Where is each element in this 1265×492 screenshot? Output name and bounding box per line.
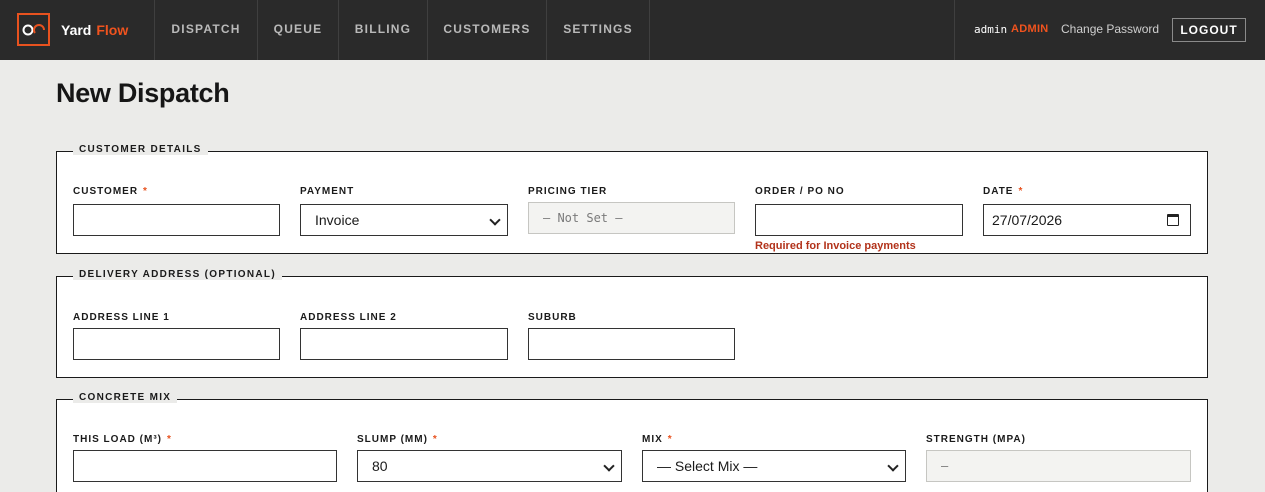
change-password-link[interactable]: Change Password bbox=[1061, 22, 1159, 36]
order-po-label: ORDER / PO NO bbox=[755, 186, 845, 197]
user-name: admin bbox=[974, 23, 1008, 36]
delivery-address-section: DELIVERY ADDRESS (OPTIONAL) ADDRESS LINE… bbox=[56, 269, 1208, 378]
required-marker: * bbox=[167, 434, 172, 445]
payment-select-value: Invoice bbox=[315, 212, 360, 228]
slump-select-value: 80 bbox=[372, 458, 388, 474]
nav-customers[interactable]: CUSTOMERS bbox=[428, 0, 546, 60]
customer-details-section: CUSTOMER DETAILS CUSTOMER * PAYMENT Invoi… bbox=[56, 144, 1208, 254]
pricing-tier-field: — Not Set — bbox=[528, 202, 735, 234]
required-marker: * bbox=[432, 434, 438, 445]
page-title: New Dispatch bbox=[56, 78, 230, 108]
concrete-mix-section: CONCRETE MIX THIS LOAD (M³) * SLUMP (MM) *… bbox=[56, 392, 1208, 492]
date-label-text: DATE bbox=[983, 186, 1014, 197]
address-line2-label: ADDRESS LINE 2 bbox=[300, 312, 397, 323]
brand-name-second: Flow bbox=[96, 22, 129, 38]
nav-queue[interactable]: QUEUE bbox=[258, 0, 338, 60]
required-marker: * bbox=[667, 434, 673, 445]
mix-label: MIX * bbox=[642, 434, 673, 445]
address-line2-input[interactable] bbox=[300, 328, 508, 360]
calendar-icon[interactable] bbox=[1167, 214, 1179, 226]
load-label-text: THIS LOAD (M³) bbox=[73, 434, 162, 445]
date-label: DATE * bbox=[983, 186, 1023, 197]
brand-name-first: Yard bbox=[61, 22, 92, 38]
required-marker: * bbox=[143, 186, 148, 197]
nav-divider bbox=[954, 0, 955, 60]
slump-label: SLUMP (MM) * bbox=[357, 434, 438, 445]
slump-select[interactable]: 80 bbox=[357, 450, 622, 482]
order-po-hint: Required for Invoice payments bbox=[755, 240, 916, 252]
nav-dispatch[interactable]: DISPATCH bbox=[155, 0, 257, 60]
pricing-tier-label: PRICING TIER bbox=[528, 186, 608, 197]
customer-input[interactable] bbox=[73, 204, 280, 236]
load-label: THIS LOAD (M³) * bbox=[73, 434, 172, 445]
logout-button[interactable]: LOGOUT bbox=[1172, 18, 1246, 42]
mix-select-value: — Select Mix — bbox=[657, 458, 758, 474]
payment-select[interactable]: Invoice bbox=[300, 204, 508, 236]
customer-label-text: CUSTOMER bbox=[73, 186, 139, 197]
mix-label-text: MIX bbox=[642, 434, 663, 445]
order-po-input[interactable] bbox=[755, 204, 963, 236]
address-line1-input[interactable] bbox=[73, 328, 280, 360]
required-marker: * bbox=[1018, 186, 1024, 197]
strength-label: STRENGTH (MPA) bbox=[926, 434, 1026, 445]
mix-select[interactable]: — Select Mix — bbox=[642, 450, 906, 482]
slump-label-text: SLUMP (MM) bbox=[357, 434, 428, 445]
section-legend: CONCRETE MIX bbox=[73, 392, 178, 403]
payment-label: PAYMENT bbox=[300, 186, 355, 197]
nav-billing[interactable]: BILLING bbox=[339, 0, 427, 60]
strength-field: — bbox=[926, 450, 1191, 482]
customer-label: CUSTOMER * bbox=[73, 186, 148, 197]
load-input[interactable] bbox=[73, 450, 337, 482]
date-input-value: 27/07/2026 bbox=[992, 212, 1063, 228]
suburb-input[interactable] bbox=[528, 328, 735, 360]
top-navigation-bar: Yard Flow DISPATCH QUEUE BILLING CUSTOMER… bbox=[0, 0, 1265, 60]
section-legend: CUSTOMER DETAILS bbox=[73, 144, 208, 155]
brand-name[interactable]: Yard Flow bbox=[61, 22, 128, 38]
nav-settings[interactable]: SETTINGS bbox=[547, 0, 649, 60]
logo-icon[interactable] bbox=[17, 13, 50, 46]
suburb-label: SUBURB bbox=[528, 312, 577, 323]
section-legend: DELIVERY ADDRESS (OPTIONAL) bbox=[73, 269, 282, 280]
address-line1-label: ADDRESS LINE 1 bbox=[73, 312, 170, 323]
user-role: ADMIN bbox=[1011, 23, 1049, 35]
date-input[interactable]: 27/07/2026 bbox=[983, 204, 1191, 236]
nav-divider bbox=[649, 0, 650, 60]
